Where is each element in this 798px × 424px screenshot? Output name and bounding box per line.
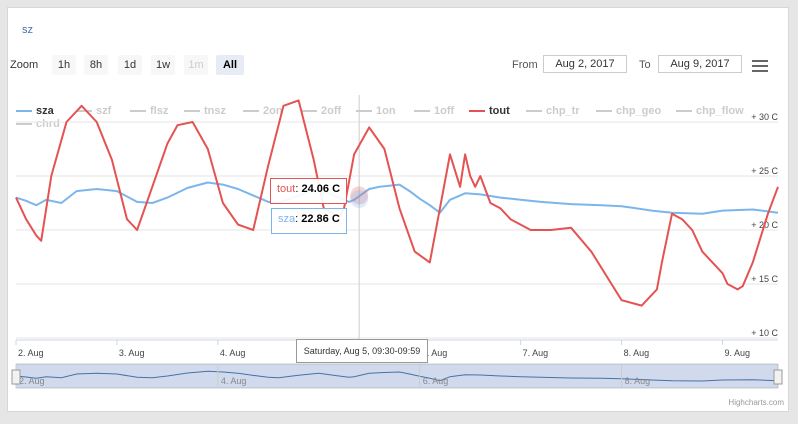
- navigator-tick-label: 6. Aug: [423, 376, 449, 386]
- hover-halo-sza: [350, 190, 369, 209]
- y-tick-label: + 10 C: [751, 328, 778, 338]
- navigator-tick-label: 8. Aug: [625, 376, 651, 386]
- x-tick-label: 7. Aug: [523, 348, 549, 358]
- highcharts-credit[interactable]: Highcharts.com: [728, 398, 784, 407]
- y-tick-label: + 25 C: [751, 166, 778, 176]
- tooltip-tout-label: tout: [277, 183, 296, 195]
- tooltip-x-label: Saturday, Aug 5, 09:30-09:59: [296, 339, 428, 363]
- series-line-tout: [15, 99, 779, 307]
- tooltip-sza-label: sza: [278, 213, 296, 225]
- x-tick-label: 9. Aug: [724, 348, 750, 358]
- y-tick-label: + 30 C: [751, 112, 778, 122]
- navigator-handle-right[interactable]: [773, 369, 783, 385]
- tooltip-sza: sza: 22.86 C: [271, 208, 347, 234]
- y-tick-label: + 15 C: [751, 274, 778, 284]
- x-tick-label: 8. Aug: [624, 348, 650, 358]
- navigator-tick-label: 2. Aug: [19, 376, 45, 386]
- navigator-handle-left[interactable]: [11, 369, 21, 385]
- tooltip-tout-value: 24.06 C: [301, 183, 341, 195]
- tooltip-tout: tout: 24.06 C: [270, 178, 348, 204]
- x-tick-label: 4. Aug: [220, 348, 246, 358]
- navigator-tick-label: 4. Aug: [221, 376, 247, 386]
- x-tick-label: 2. Aug: [18, 348, 44, 358]
- x-tick-label: 3. Aug: [119, 348, 145, 358]
- tooltip-sza-value: 22.86 C: [301, 213, 340, 225]
